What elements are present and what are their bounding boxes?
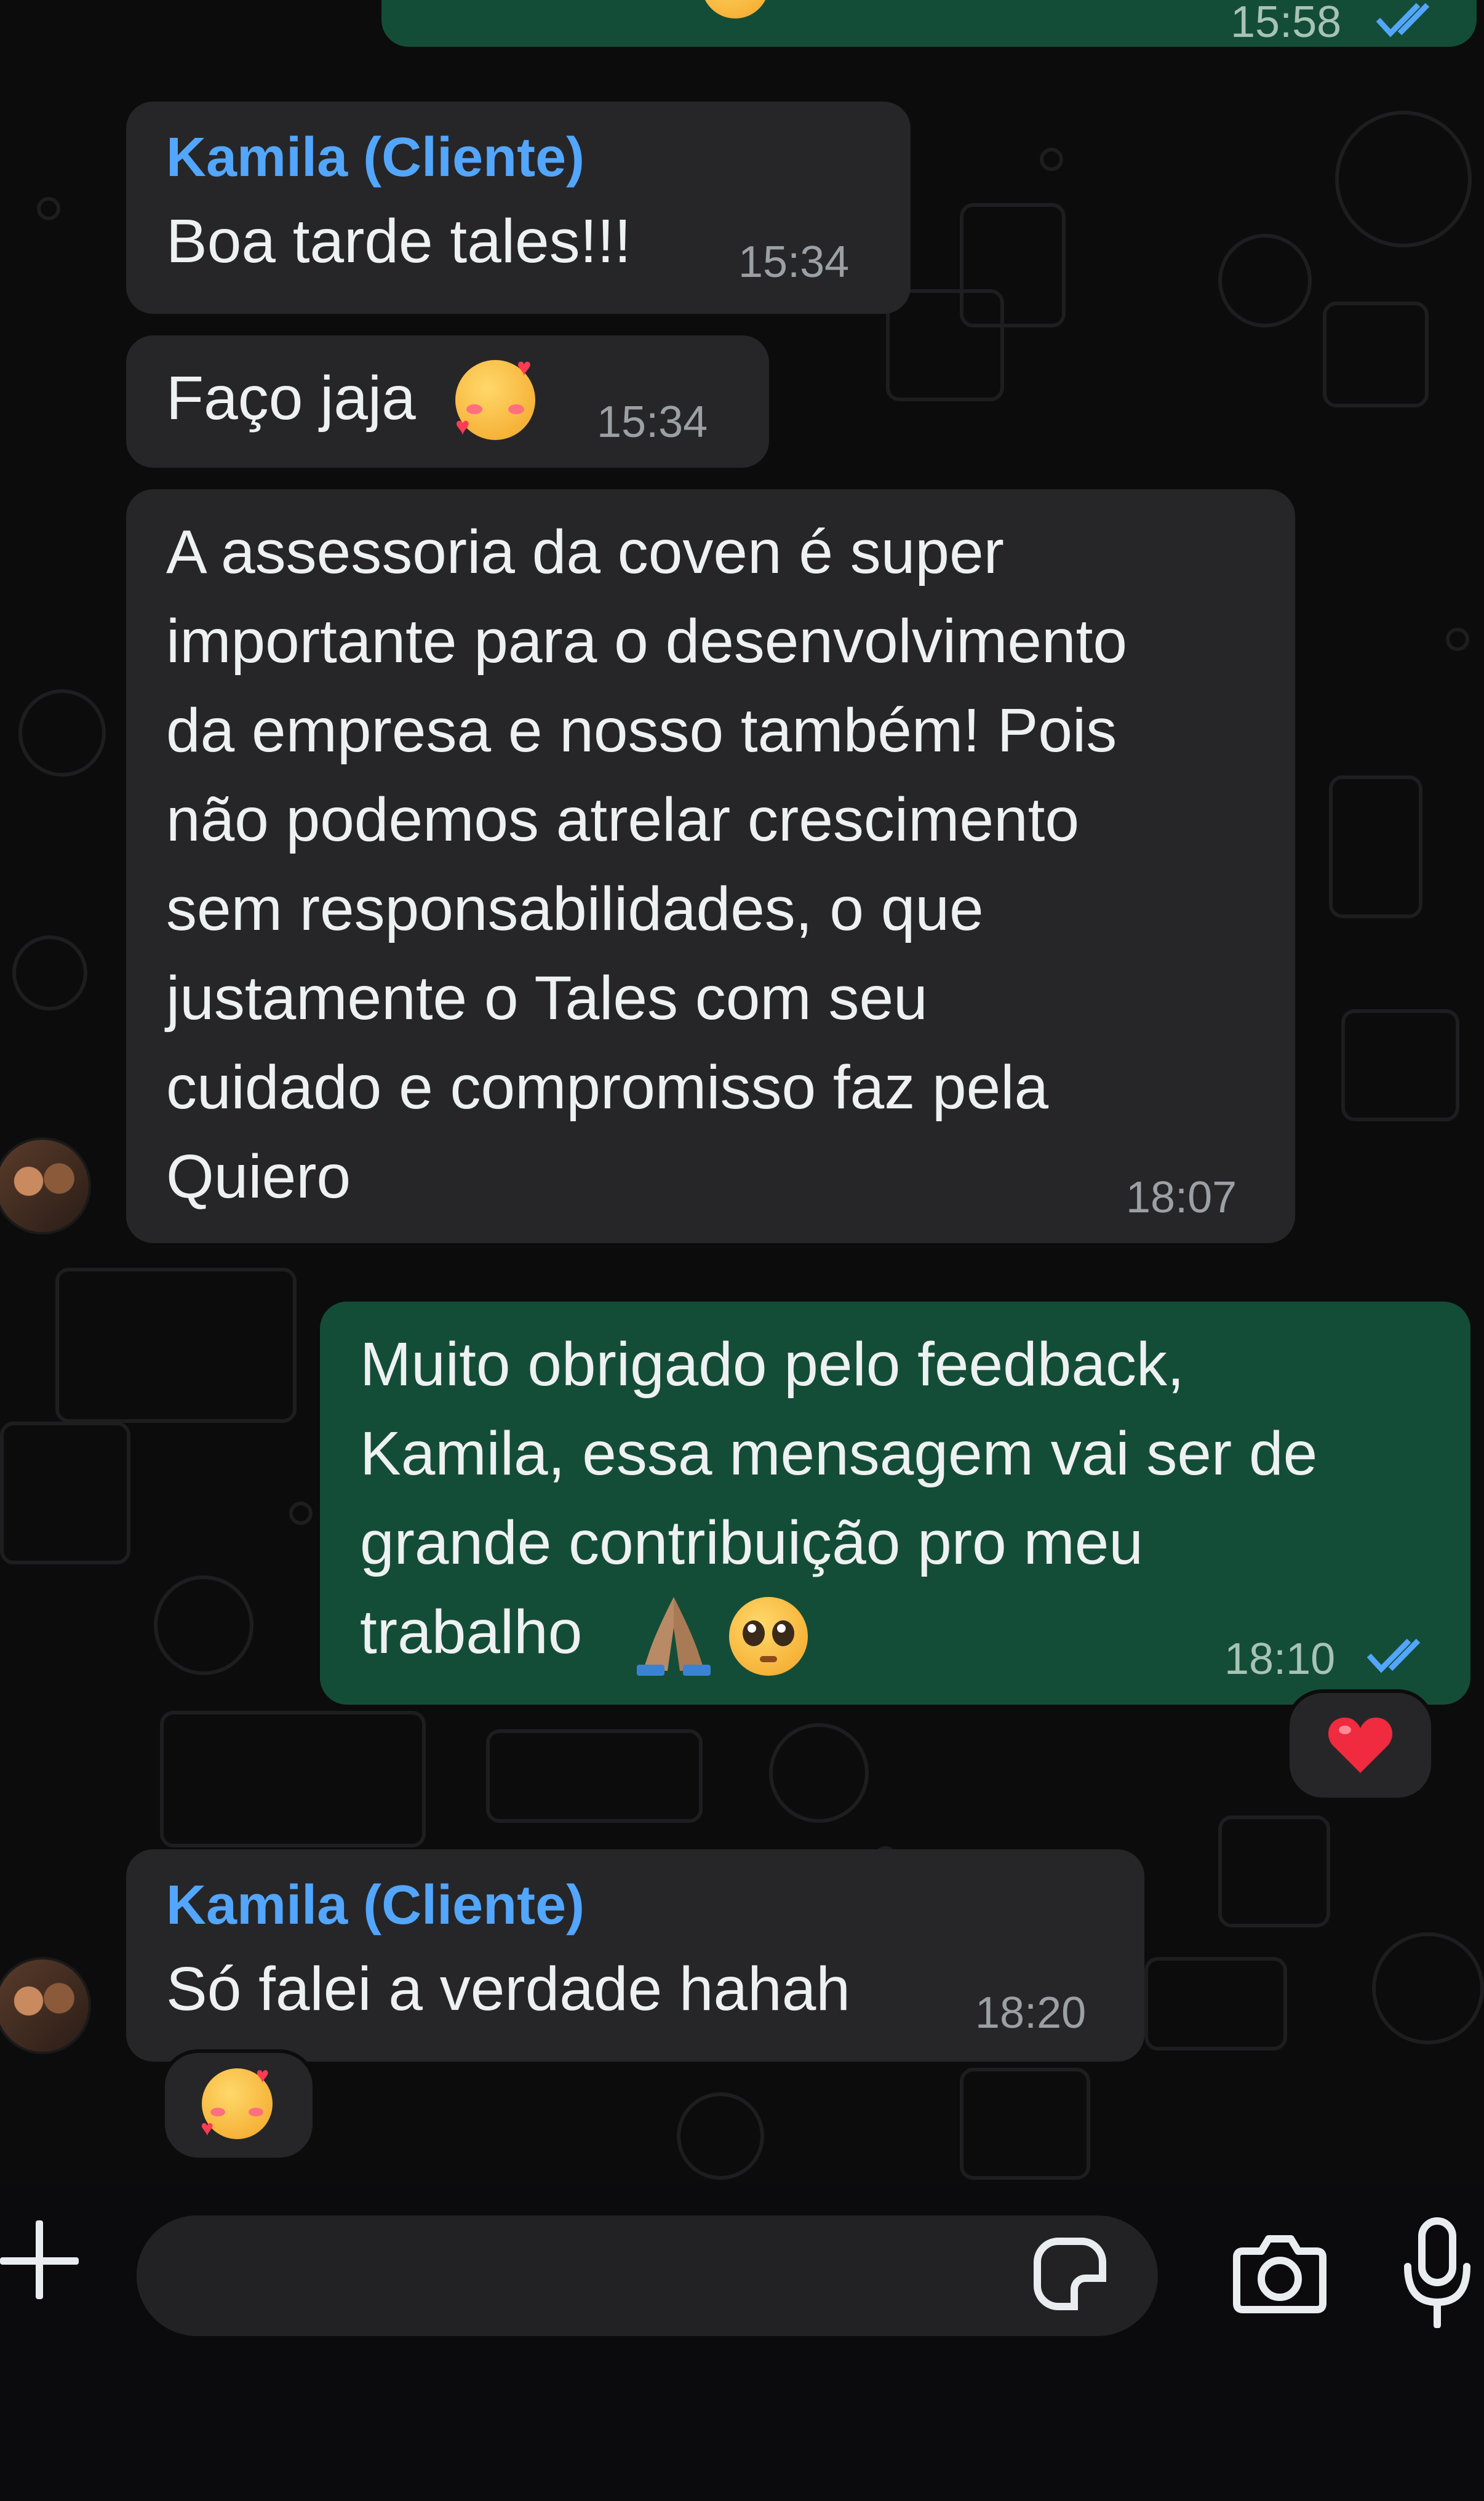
wallpaper-doodle: [289, 1502, 313, 1525]
message-bubble-incoming[interactable]: A assessoria da coven é super importante…: [126, 489, 1295, 1243]
message-bubble-incoming[interactable]: Faço jaja ♥ ♥ 15:34: [126, 335, 769, 468]
camera-icon[interactable]: [1231, 2227, 1329, 2319]
wallpaper-doodle: [886, 289, 1004, 401]
message-time: 18:10: [1224, 1635, 1336, 1684]
sender-name[interactable]: Kamila (Cliente): [166, 1874, 584, 1937]
wallpaper-doodle: [677, 2092, 764, 2180]
contact-avatar[interactable]: [0, 1137, 91, 1234]
microphone-icon[interactable]: [1402, 2217, 1473, 2328]
message-bubble-incoming[interactable]: Kamila (Cliente) Boa tarde tales!!! 15:3…: [126, 102, 911, 314]
wallpaper-doodle: [0, 1422, 130, 1564]
message-input[interactable]: [137, 2215, 1158, 2336]
message-time: 15:34: [597, 398, 708, 447]
message-text: Boa tarde tales!!!: [166, 207, 632, 276]
message-text: A assessoria da coven é super importante…: [166, 518, 1128, 1211]
wallpaper-doodle: [160, 1711, 426, 1847]
message-text: Faço jaja: [166, 364, 416, 433]
wallpaper-doodle: [1040, 148, 1063, 171]
wallpaper-doodle: [1323, 302, 1429, 407]
smiling-face-with-hearts-emoji: ♥ ♥: [455, 354, 541, 446]
sender-name[interactable]: Kamila (Cliente): [166, 126, 584, 190]
message-time: 15:58: [1231, 0, 1342, 47]
wallpaper-doodle: [1329, 775, 1422, 918]
emoji-partial: [701, 0, 769, 18]
message-time: 15:34: [738, 238, 850, 287]
message-text: Só falei a verdade hahah: [166, 1955, 850, 2023]
wallpaper-doodle: [37, 197, 60, 220]
message-text: Muito obrigado pelo feedback, Kamila, es…: [360, 1330, 1318, 1667]
read-receipt-icon: [1376, 2, 1430, 38]
wallpaper-doodle: [1446, 628, 1469, 651]
read-receipt-icon: [1366, 1638, 1421, 1673]
wallpaper-doodle: [960, 2068, 1090, 2180]
wallpaper-doodle: [1218, 1815, 1330, 1927]
message-bubble-incoming[interactable]: Kamila (Cliente) Só falei a verdade haha…: [126, 1849, 1144, 2062]
message-bubble-partial[interactable]: 15:58: [381, 0, 1477, 47]
message-bubble-outgoing[interactable]: Muito obrigado pelo feedback, Kamila, es…: [320, 1302, 1470, 1705]
wallpaper-doodle: [1218, 234, 1312, 327]
wallpaper-doodle: [1341, 1009, 1459, 1121]
wallpaper-doodle: [769, 1723, 869, 1823]
message-input-bar: [0, 2183, 1484, 2501]
red-heart-icon: [1328, 1718, 1393, 1773]
message-reaction[interactable]: [1286, 1689, 1435, 1801]
contact-avatar[interactable]: [0, 1957, 91, 2054]
wallpaper-doodle: [1372, 1932, 1484, 2044]
message-time: 18:07: [1126, 1173, 1237, 1222]
wallpaper-doodle: [18, 689, 106, 777]
wallpaper-doodle: [154, 1575, 253, 1675]
wallpaper-doodle: [55, 1268, 297, 1423]
message-time: 18:20: [975, 1988, 1087, 2038]
wallpaper-doodle: [486, 1729, 703, 1823]
message-reaction[interactable]: ♥ ♥: [161, 2049, 316, 2161]
plus-icon[interactable]: [0, 2220, 80, 2300]
wallpaper-doodle: [12, 935, 87, 1010]
smiling-face-with-hearts-emoji: ♥ ♥: [201, 2062, 276, 2142]
wallpaper-doodle: [1144, 1957, 1287, 2051]
wallpaper-doodle: [1335, 111, 1472, 247]
pleading-face-emoji: [729, 1597, 809, 1677]
folded-hands-emoji: [631, 1591, 717, 1677]
sticker-icon[interactable]: [1034, 2238, 1106, 2310]
chat-area[interactable]: 15:58 Kamila (Cliente) Boa tarde tales!!…: [0, 0, 1484, 2183]
